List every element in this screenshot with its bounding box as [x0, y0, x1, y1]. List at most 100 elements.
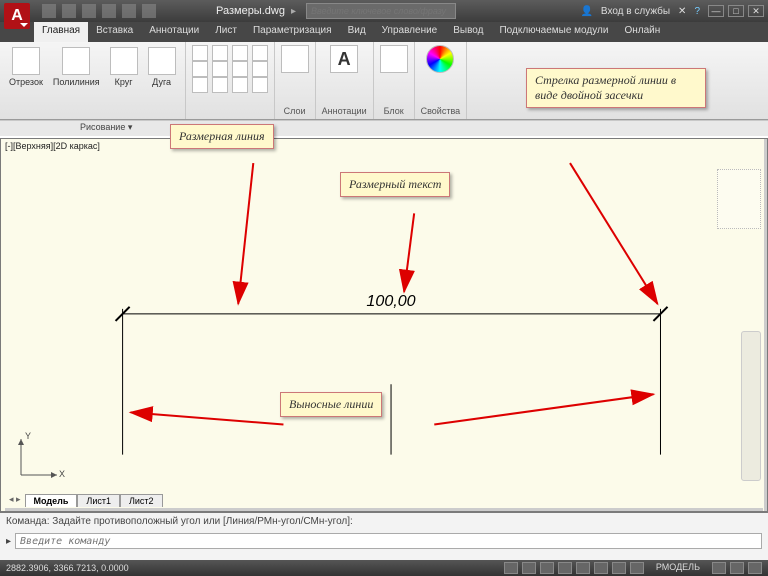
layers-panel: Слои [275, 42, 316, 119]
move-icon[interactable] [192, 45, 208, 61]
callout-dimtext: Размерный текст [340, 172, 450, 197]
tab-insert[interactable]: Вставка [88, 22, 141, 42]
nav-bar[interactable] [741, 331, 761, 481]
status-toggles: РМОДЕЛЬ [504, 562, 762, 574]
help-icon[interactable]: ? [694, 6, 700, 17]
arc-tool-icon[interactable] [148, 47, 176, 75]
ortho-toggle[interactable] [540, 562, 554, 574]
annotation-panel: A Аннотации [316, 42, 374, 119]
draw-panel: Отрезок Полилиния Круг Дуга [0, 42, 186, 119]
properties-icon[interactable] [426, 45, 454, 73]
circle-tool-label: Круг [115, 77, 133, 87]
viewport-label[interactable]: [‑][Верхняя][2D каркас] [1, 139, 767, 153]
plot-icon[interactable] [102, 4, 116, 18]
annotation-label: Аннотации [322, 106, 367, 116]
save-icon[interactable] [82, 4, 96, 18]
block-insert-icon[interactable] [380, 45, 408, 73]
annoscale-icon[interactable] [712, 562, 726, 574]
title-bar: A Размеры.dwg ▸ 👤 Вход в службы ✕ ? — □ … [0, 0, 768, 22]
erase-icon[interactable] [252, 77, 268, 93]
status-bar: 2882.3906, 3366.7213, 0.0000 РМОДЕЛЬ [0, 560, 768, 576]
dimension-text: 100,00 [366, 292, 415, 310]
workspace-icon[interactable] [730, 562, 744, 574]
array-icon[interactable] [252, 61, 268, 77]
tab-parametric[interactable]: Параметризация [245, 22, 340, 42]
scrollbar-horizontal[interactable] [5, 508, 763, 511]
callout-arrowtick: Стрелка размерной линии в виде двойной з… [526, 68, 706, 108]
rotate-icon[interactable] [212, 45, 228, 61]
line-tool-label: Отрезок [9, 77, 43, 87]
tab-home[interactable]: Главная [34, 22, 88, 42]
offset-icon[interactable] [232, 77, 248, 93]
user-icon[interactable]: 👤 [580, 6, 592, 17]
command-line: Команда: Задайте противоположный угол ил… [0, 512, 768, 560]
callout-dimline: Размерная линия [170, 124, 274, 149]
redo-icon[interactable] [142, 4, 156, 18]
tab-plugins[interactable]: Подключаемые модули [491, 22, 616, 42]
layers-label: Слои [284, 106, 306, 116]
layer-props-icon[interactable] [281, 45, 309, 73]
polar-toggle[interactable] [558, 562, 572, 574]
text-tool-icon[interactable]: A [330, 45, 358, 73]
viewcube[interactable] [717, 169, 761, 229]
circle-tool-icon[interactable] [110, 47, 138, 75]
modify-panel [186, 42, 275, 119]
app-menu-button[interactable]: A [4, 3, 30, 29]
snap-toggle[interactable] [504, 562, 518, 574]
tab-layout1[interactable]: Лист1 [77, 494, 120, 507]
exchange-icon[interactable]: ✕ [678, 6, 686, 17]
polyline-tool-label: Полилиния [53, 77, 100, 87]
close-button[interactable]: ✕ [748, 5, 764, 17]
mirror-icon[interactable] [212, 61, 228, 77]
panel-title-bar[interactable]: Рисование [0, 120, 768, 136]
maximize-button[interactable]: □ [728, 5, 744, 17]
fillet-icon[interactable] [232, 61, 248, 77]
dyn-toggle[interactable] [612, 562, 626, 574]
space-label[interactable]: РМОДЕЛЬ [656, 562, 700, 574]
command-input[interactable] [15, 533, 762, 549]
copy-icon[interactable] [192, 61, 208, 77]
scrollbar-vertical[interactable] [764, 139, 767, 511]
properties-label: Свойства [421, 106, 461, 116]
command-prompt-icon: ▸ [6, 536, 11, 547]
scale-icon[interactable] [212, 77, 228, 93]
properties-panel: Свойства [415, 42, 468, 119]
line-tool-icon[interactable] [12, 47, 40, 75]
extend-icon[interactable] [252, 45, 268, 61]
open-icon[interactable] [62, 4, 76, 18]
stretch-icon[interactable] [192, 77, 208, 93]
tab-layout[interactable]: Лист [207, 22, 245, 42]
ribbon-tabs: Главная Вставка Аннотации Лист Параметри… [0, 22, 768, 42]
tab-layout2[interactable]: Лист2 [120, 494, 163, 507]
block-label: Блок [384, 106, 404, 116]
command-history: Команда: Задайте противоположный угол ил… [6, 516, 762, 527]
tab-model[interactable]: Модель [25, 494, 78, 507]
block-panel: Блок [374, 42, 415, 119]
axis-x-label: X [59, 469, 65, 479]
new-icon[interactable] [42, 4, 56, 18]
trim-icon[interactable] [232, 45, 248, 61]
layout-tabs: ◂ ▸ Модель Лист1 Лист2 [5, 494, 163, 507]
drawing-svg: 100,00 [1, 153, 767, 525]
search-input[interactable] [306, 3, 456, 19]
arc-tool-label: Дуга [152, 77, 171, 87]
tab-online[interactable]: Онлайн [616, 22, 668, 42]
quick-access-toolbar [42, 4, 156, 18]
tab-output[interactable]: Вывод [445, 22, 491, 42]
undo-icon[interactable] [122, 4, 136, 18]
axis-y-label: Y [25, 431, 31, 441]
osnap-toggle[interactable] [576, 562, 590, 574]
sign-in-link[interactable]: Вход в службы [601, 6, 670, 17]
grid-toggle[interactable] [522, 562, 536, 574]
tab-view[interactable]: Вид [340, 22, 374, 42]
minimize-button[interactable]: — [708, 5, 724, 17]
ucs-icon: X Y [13, 433, 63, 485]
clean-screen-icon[interactable] [748, 562, 762, 574]
coords-readout: 2882.3906, 3366.7213, 0.0000 [6, 563, 129, 573]
polyline-tool-icon[interactable] [62, 47, 90, 75]
history-arrow-icon[interactable]: ▸ [291, 6, 296, 17]
lwt-toggle[interactable] [630, 562, 644, 574]
tab-annotate[interactable]: Аннотации [141, 22, 207, 42]
tab-manage[interactable]: Управление [374, 22, 446, 42]
otrack-toggle[interactable] [594, 562, 608, 574]
